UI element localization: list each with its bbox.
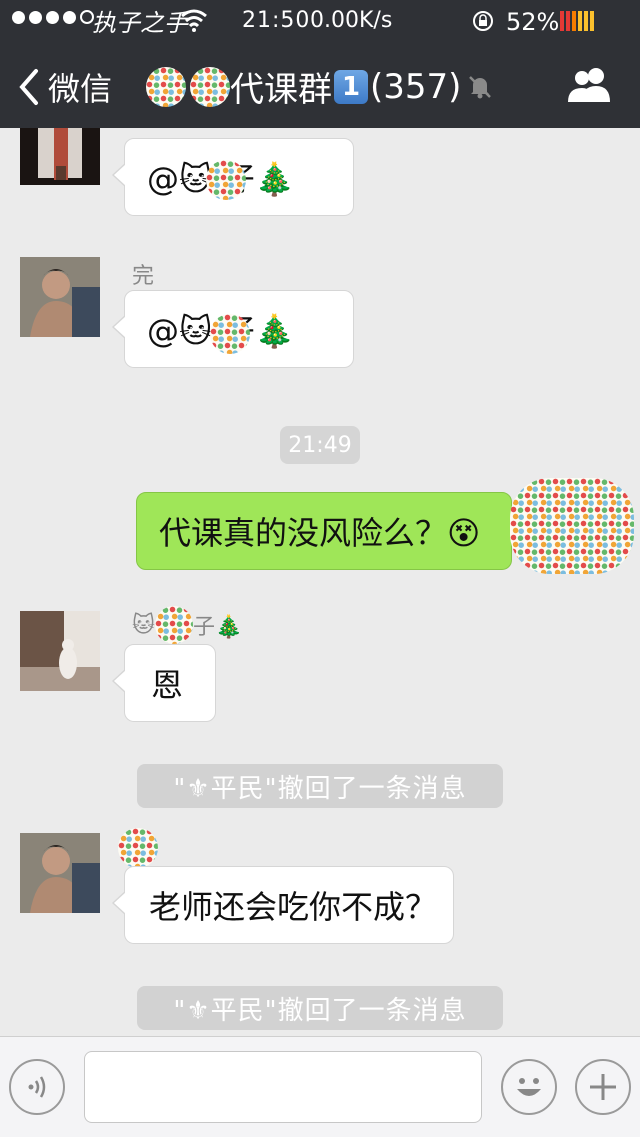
wifi-icon bbox=[181, 9, 207, 32]
avatar[interactable] bbox=[20, 257, 100, 337]
battery-percent: 52% bbox=[506, 8, 560, 36]
redacted-emoji bbox=[190, 66, 230, 107]
unread-badge: 1 bbox=[334, 69, 368, 104]
top-bar: 执子之手 21:50 0.00K/s 52% 微信 代课群 1 (357) bbox=[0, 0, 640, 128]
sender-name: 完 bbox=[132, 264, 155, 289]
group-name: 代课群 bbox=[230, 70, 332, 110]
mute-icon bbox=[469, 75, 492, 98]
redacted-avatar bbox=[510, 478, 634, 574]
sender-name-part: 🐱 bbox=[132, 612, 155, 638]
more-button[interactable] bbox=[575, 1059, 631, 1115]
message-bubble[interactable]: 老师还会吃你不成？ bbox=[112, 866, 454, 944]
battery-icon bbox=[560, 11, 598, 31]
message-bubble[interactable]: 恩 bbox=[112, 644, 216, 722]
network-speed: 0.00K/s bbox=[310, 8, 393, 33]
voice-icon bbox=[28, 1076, 46, 1098]
redacted-emoji bbox=[154, 606, 193, 644]
redacted-emoji bbox=[206, 160, 246, 200]
emoji-icon bbox=[517, 1078, 541, 1096]
group-info-icon[interactable] bbox=[566, 66, 616, 104]
chat-title: 代课群 1 (357) bbox=[146, 62, 493, 111]
plus-icon bbox=[590, 1074, 616, 1100]
back-label: 微信 bbox=[48, 71, 113, 107]
sender-name: 🐱 子🎄 bbox=[132, 606, 242, 644]
status-time: 21:50 bbox=[242, 8, 311, 33]
sender-name-part: 子🎄 bbox=[192, 615, 243, 640]
recall-notice: "⚜平民"撤回了一条消息 bbox=[137, 986, 503, 1030]
status-bar: 执子之手 21:50 0.00K/s 52% bbox=[0, 0, 640, 44]
redacted-sender-name bbox=[118, 828, 158, 868]
carrier-name: 执子之手 bbox=[92, 9, 188, 37]
message-text: 恩 bbox=[151, 666, 184, 704]
own-message-bubble[interactable]: 代课真的没风险么？😵 bbox=[136, 492, 524, 570]
voice-button[interactable] bbox=[9, 1059, 65, 1115]
avatar[interactable] bbox=[20, 611, 100, 691]
message-text: 代课真的没风险么？😵 bbox=[159, 514, 481, 552]
rotation-lock-icon bbox=[473, 11, 493, 31]
avatar[interactable] bbox=[20, 833, 100, 913]
chevron-left-icon bbox=[19, 69, 38, 105]
message-text: 老师还会吃你不成？ bbox=[149, 888, 438, 926]
nav-bar: 微信 代课群 1 (357) bbox=[0, 44, 640, 128]
redacted-emoji bbox=[146, 66, 186, 107]
avatar[interactable] bbox=[20, 128, 100, 185]
input-bar bbox=[0, 1036, 640, 1137]
signal-dots-icon bbox=[12, 10, 94, 24]
redacted-emoji bbox=[210, 314, 250, 354]
recall-notice: "⚜平民"撤回了一条消息 bbox=[137, 764, 503, 808]
time-divider: 21:49 bbox=[280, 426, 360, 464]
emoji-button[interactable] bbox=[501, 1059, 557, 1115]
member-count: (357) bbox=[370, 66, 462, 107]
back-button[interactable]: 微信 bbox=[18, 64, 112, 110]
message-input[interactable] bbox=[84, 1051, 482, 1123]
